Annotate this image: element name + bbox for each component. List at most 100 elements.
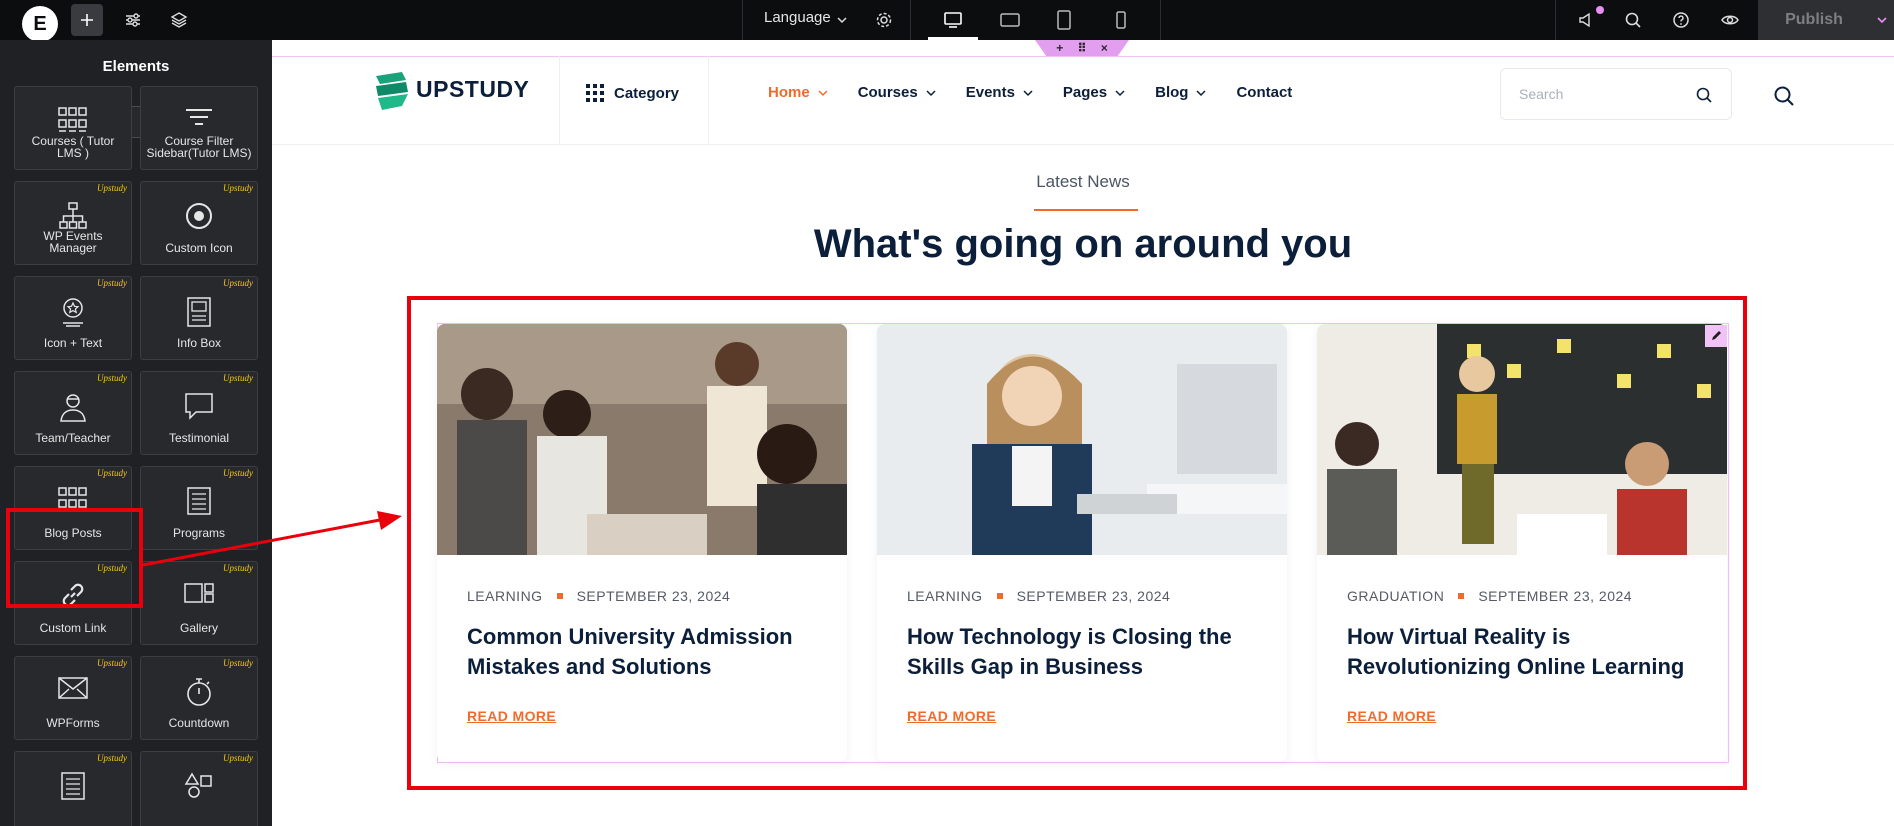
pro-badge: Upstudy	[223, 278, 253, 288]
chevron-down-icon	[1115, 89, 1125, 96]
widget-tile[interactable]: Upstudy Countdown	[140, 656, 258, 740]
widget-tile-label: Gallery	[179, 621, 218, 635]
widget-tile-label: WPForms	[46, 716, 100, 730]
pro-badge: Upstudy	[97, 278, 127, 288]
page-settings-button[interactable]	[868, 4, 900, 36]
mobile-icon	[1116, 11, 1126, 29]
tablet-portrait-view-button[interactable]	[1039, 0, 1089, 40]
site-search[interactable]	[1500, 68, 1732, 120]
envelope-icon	[15, 677, 131, 699]
tablet-landscape-view-button[interactable]	[985, 0, 1035, 40]
desktop-icon	[944, 12, 962, 28]
widget-tile-label: Custom Link	[39, 621, 107, 635]
site-settings-button[interactable]	[117, 4, 149, 36]
widget-tile-label: Icon + Text	[43, 336, 103, 350]
finder-button[interactable]	[1617, 4, 1649, 36]
drag-handle-icon[interactable]: ⠿	[1077, 41, 1086, 55]
target-icon	[141, 202, 257, 230]
plus-icon	[81, 14, 93, 26]
widget-tile[interactable]: Upstudy Icon + Text	[14, 276, 132, 360]
nav-item-label: Contact	[1236, 84, 1293, 101]
sitemap-icon	[15, 202, 131, 230]
widget-tile[interactable]: Upstudy Team/Teacher	[14, 371, 132, 455]
sliders-icon	[126, 13, 140, 27]
help-icon	[1673, 12, 1689, 28]
widget-tile-label: Testimonial	[168, 431, 230, 445]
section-heading: What's going on around you	[813, 222, 1353, 266]
nav-item-label: Pages	[1062, 84, 1108, 101]
widget-tile[interactable]: Courses ( Tutor LMS )	[14, 86, 132, 170]
widget-tile[interactable]: Upstudy Gallery	[140, 561, 258, 645]
publish-options-button[interactable]	[1870, 0, 1894, 40]
info-box-icon	[141, 297, 257, 327]
chevron-down-icon	[926, 89, 936, 96]
search-toggle-icon[interactable]	[1773, 85, 1795, 107]
widget-tile[interactable]: Upstudy WPForms	[14, 656, 132, 740]
elementor-logo[interactable]: E	[22, 6, 58, 42]
chevron-down-icon	[818, 89, 828, 96]
nav-item-label: Home	[768, 84, 810, 101]
widget-tile[interactable]: Course Filter Sidebar(Tutor LMS)	[140, 86, 258, 170]
elements-panel: Elements Courses ( Tutor LMS ) Course Fil…	[0, 40, 272, 826]
grid-posts-icon	[15, 107, 131, 133]
nav-item-courses[interactable]: Courses	[858, 84, 936, 101]
nav-item-blog[interactable]: Blog	[1155, 84, 1206, 101]
panel-title: Elements	[102, 58, 170, 75]
widget-tile-label: Course Filter Sidebar(Tutor LMS)	[146, 134, 252, 160]
desktop-view-button[interactable]	[928, 0, 978, 40]
widget-tile[interactable]: Upstudy WP Events Manager	[14, 181, 132, 265]
nav-item-events[interactable]: Events	[966, 84, 1033, 101]
chevron-down-icon	[1196, 89, 1206, 96]
stopwatch-icon	[141, 677, 257, 707]
section-guide-line	[272, 56, 1894, 57]
widget-tile[interactable]: Upstudy Testimonial	[140, 371, 258, 455]
chevron-down-icon	[1877, 17, 1887, 24]
add-section-icon[interactable]: +	[1056, 41, 1063, 55]
add-element-button[interactable]	[71, 4, 103, 36]
widget-tile-label: Custom Icon	[165, 241, 233, 255]
chevron-down-icon	[1023, 89, 1033, 96]
nav-item-home[interactable]: Home	[768, 84, 828, 101]
search-icon[interactable]	[1695, 86, 1713, 104]
star-badge-icon	[15, 297, 131, 327]
pro-badge: Upstudy	[97, 753, 127, 763]
widget-tile[interactable]: Upstudy	[14, 751, 132, 826]
eye-icon	[1721, 15, 1739, 25]
help-button[interactable]	[1665, 4, 1697, 36]
widget-tile-label: Info Box	[176, 336, 222, 350]
chevron-down-icon	[837, 17, 847, 24]
section-handle[interactable]: + ⠿ ×	[1035, 40, 1129, 56]
pro-badge: Upstudy	[97, 183, 127, 193]
site-search-input[interactable]	[1519, 83, 1679, 105]
widget-tile[interactable]: Upstudy Custom Icon	[140, 181, 258, 265]
pro-badge: Upstudy	[223, 658, 253, 668]
upstudy-logo-icon	[376, 72, 408, 110]
widget-tile[interactable]: Upstudy Info Box	[140, 276, 258, 360]
widget-tile-label: WP Events Manager	[43, 229, 103, 255]
notification-dot	[1596, 6, 1604, 14]
pro-badge: Upstudy	[223, 183, 253, 193]
mobile-view-button[interactable]	[1096, 0, 1146, 40]
delete-section-icon[interactable]: ×	[1101, 41, 1108, 55]
widget-tile[interactable]: Upstudy	[140, 751, 258, 826]
nav-item-pages[interactable]: Pages	[1063, 84, 1125, 101]
megaphone-icon	[1579, 12, 1590, 28]
nav-item-label: Events	[965, 84, 1015, 101]
preview-button[interactable]	[1714, 4, 1746, 36]
site-brand[interactable]: UPSTUDY	[416, 76, 529, 103]
publish-button[interactable]: Publish	[1758, 0, 1870, 40]
language-selector[interactable]: Language	[764, 9, 831, 26]
pro-badge: Upstudy	[223, 468, 253, 478]
category-menu[interactable]: Category	[586, 84, 679, 102]
layers-icon	[170, 12, 188, 28]
structure-button[interactable]	[163, 4, 195, 36]
widget-tile[interactable]: Upstudy Programs	[140, 466, 258, 550]
gallery-icon	[141, 582, 257, 604]
widget-tile-label: Team/Teacher	[35, 431, 111, 445]
pro-badge: Upstudy	[223, 563, 253, 573]
list-icon	[141, 487, 257, 515]
nav-item-contact[interactable]: Contact	[1236, 84, 1292, 101]
gear-icon	[876, 12, 892, 28]
editor-topbar: E Language Publish	[0, 0, 1894, 42]
section-subtitle: Latest News	[1036, 172, 1130, 191]
